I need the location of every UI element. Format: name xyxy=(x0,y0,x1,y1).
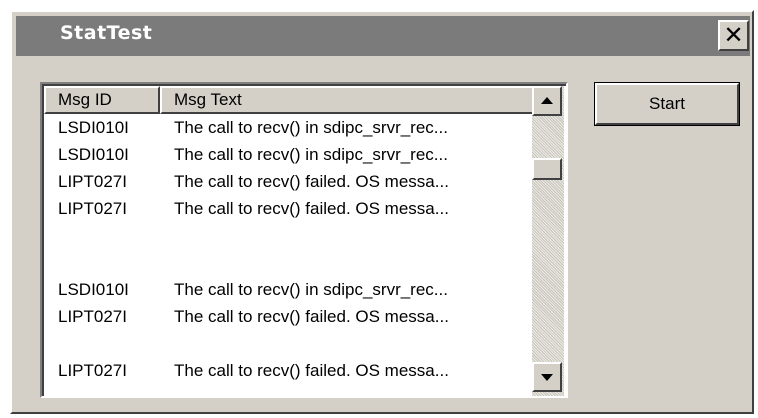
message-list[interactable]: Msg ID Msg Text LSDI010I The call to recv… xyxy=(40,82,568,398)
vertical-scrollbar[interactable] xyxy=(532,86,564,396)
column-header-msg-id[interactable]: Msg ID xyxy=(44,86,160,114)
table-row[interactable] xyxy=(44,222,532,249)
msg-text-cell: The call to recv() failed. OS messa... xyxy=(174,307,449,326)
msg-id-cell: LIPT027I xyxy=(58,172,127,191)
msg-text-cell: The call to recv() failed. OS messa... xyxy=(174,199,449,218)
scroll-up-button[interactable] xyxy=(532,86,562,116)
msg-id-cell: LIPT027I xyxy=(58,361,127,380)
msg-id-cell: LSDI010I xyxy=(58,145,129,164)
stattest-window: StatTest ✕ Msg ID Msg Text LSDI010I The c… xyxy=(10,10,754,414)
start-button-label: Start xyxy=(595,83,739,125)
list-rows: LSDI010I The call to recv() in sdipc_srvr… xyxy=(44,114,532,384)
msg-text-cell: The call to recv() in sdipc_srvr_rec... xyxy=(174,145,448,164)
msg-text-cell: The call to recv() failed. OS messa... xyxy=(174,361,449,380)
table-row[interactable]: LSDI010I The call to recv() in sdipc_srvr… xyxy=(44,114,532,141)
msg-text-cell: The call to recv() in sdipc_srvr_rec... xyxy=(174,118,448,137)
start-button[interactable]: Start xyxy=(594,82,740,126)
window-title: StatTest xyxy=(60,22,153,44)
table-row[interactable]: LIPT027I The call to recv() failed. OS me… xyxy=(44,303,532,330)
arrow-down-icon xyxy=(541,374,553,381)
table-row[interactable]: LIPT027I The call to recv() failed. OS me… xyxy=(44,195,532,222)
scroll-thumb[interactable] xyxy=(532,158,562,180)
msg-id-cell: LIPT027I xyxy=(58,307,127,326)
list-header: Msg ID Msg Text xyxy=(44,86,534,114)
scroll-down-button[interactable] xyxy=(532,362,562,392)
table-row[interactable]: LSDI010I The call to recv() in sdipc_srvr… xyxy=(44,141,532,168)
msg-id-cell: LSDI010I xyxy=(58,280,129,299)
msg-text-cell: The call to recv() in sdipc_srvr_rec... xyxy=(174,280,448,299)
close-icon: ✕ xyxy=(723,21,744,49)
arrow-up-icon xyxy=(541,97,553,104)
table-row[interactable]: LIPT027I The call to recv() failed. OS me… xyxy=(44,168,532,195)
column-header-msg-text[interactable]: Msg Text xyxy=(160,86,534,114)
close-button[interactable]: ✕ xyxy=(718,20,749,51)
table-row[interactable]: LSDI010I The call to recv() in sdipc_srvr… xyxy=(44,276,532,303)
table-row[interactable] xyxy=(44,330,532,357)
title-bar[interactable]: StatTest ✕ xyxy=(16,16,750,56)
msg-id-cell: LIPT027I xyxy=(58,199,127,218)
msg-text-cell: The call to recv() failed. OS messa... xyxy=(174,172,449,191)
msg-id-cell: LSDI010I xyxy=(58,118,129,137)
table-row[interactable] xyxy=(44,249,532,276)
table-row[interactable]: LIPT027I The call to recv() failed. OS me… xyxy=(44,357,532,384)
